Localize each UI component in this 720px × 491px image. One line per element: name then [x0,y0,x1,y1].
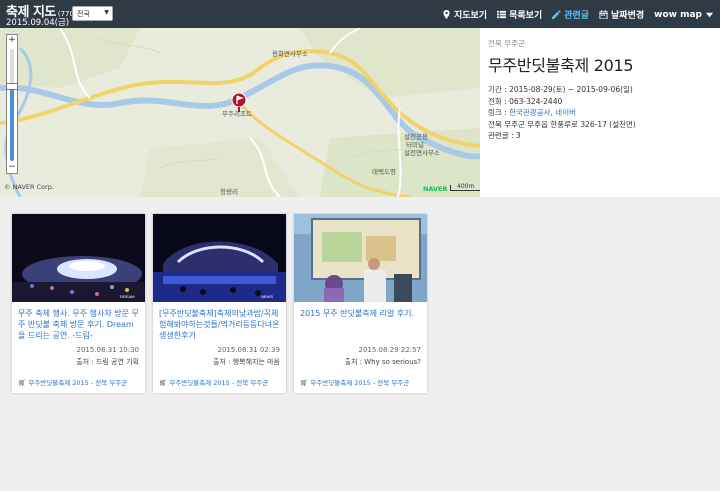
post-festival-label: 무주반딧불축제 2015 - 전북 무주군 [310,379,410,387]
post-source: 출처 : 행복해지는 마음 [213,358,280,366]
nav-map-view[interactable]: 지도보기 [442,8,487,21]
post-date: 2015.08.31 10:30 [76,346,139,354]
period-value: 2015-08-29(토) ~ 2015-09-06(일) [509,85,633,94]
festival-marker-icon[interactable] [231,92,247,112]
related-label: 관련글 : [488,131,516,140]
zoom-level-fill [10,87,14,161]
post-title[interactable]: [무주반딧불축제]축제의낮과밤/꼭체험해봐야하는것들/먹거리등등다녀온생생한후기 [159,308,280,341]
main-nav: 지도보기 목록보기 관련글 날짜변경 wow map [442,8,714,21]
naver-logo: NAVER [423,185,448,193]
map-label-cheongnyangri: 청량리 [220,188,238,196]
post-card[interactable]: DREAM 무주 축제 행사. 무주 행사차 방문 무주 반딧불 축제 방문 후… [12,214,145,393]
post-festival-label: 무주반딧불축제 2015 - 전북 무주군 [169,379,269,387]
zoom-out-button[interactable]: − [7,162,17,173]
related-posts-list: DREAM 무주 축제 행사. 무주 행사차 방문 무주 반딧불 축제 방문 후… [12,214,427,393]
calendar-icon [599,10,608,19]
nav-map-view-label: 지도보기 [453,11,488,21]
cart-icon: 🛒︎ [300,379,309,387]
festival-related-count: 관련글 : 3 [488,130,712,142]
zoom-in-button[interactable]: + [7,35,17,46]
nav-list-view-label: 목록보기 [509,11,543,21]
link-naver[interactable]: 네이버 [555,108,576,117]
festival-info-panel: 전북 무주군 무주반딧불축제 2015 기간 : 2015-08-29(토) ~… [480,28,720,197]
region-select[interactable]: 전국 ▼ [72,6,113,21]
nav-related-posts-label: 관련글 [564,11,590,21]
post-thumbnail[interactable]: NEWS [153,214,286,302]
zoom-slider-handle[interactable] [6,83,18,90]
pencil-icon [552,10,561,19]
festival-phone: 전화 : 063-324-2440 [488,96,712,108]
post-date: 2015.08.31 02:39 [217,346,280,354]
festival-region: 전북 무주군 [488,39,525,48]
phone-value: 063-324-2440 [509,96,563,106]
post-title[interactable]: 2015 무주 반딧불축제 리얼 후기. [300,308,421,341]
post-festival-link[interactable]: 🛒︎ 무주반딧불축제 2015 - 전북 무주군 [159,377,268,387]
link-korea-tourism[interactable]: 한국관광공사 [509,108,550,117]
post-source: 출처 : 드림 공연 기획 [76,358,139,366]
map-label-town-office: 용화면사무소 [272,50,308,58]
related-value: 3 [516,131,521,140]
nav-wow-map[interactable]: wow map [654,8,714,21]
phone-label: 전화 : [488,96,510,106]
festival-map[interactable]: + − 용화면사무소 무주리조트 설천공용 터미널 설천면사무소 태백도령 청량… [0,28,480,197]
post-card[interactable]: NEWS [무주반딧불축제]축제의낮과밤/꼭체험해봐야하는것들/먹거리등등다녀온… [153,214,286,393]
link-label: 링크 : [488,108,510,117]
nav-related-posts[interactable]: 관련글 [552,8,589,21]
chevron-down-icon: ▼ [104,9,109,16]
festival-links: 링크 : 한국관광공사, 네이버 [488,107,712,119]
festival-period: 기간 : 2015-08-29(토) ~ 2015-09-06(일) [488,84,712,96]
nav-list-view[interactable]: 목록보기 [497,8,542,21]
period-label: 기간 : [488,85,510,94]
festival-title: 무주반딧불축제 2015 [488,56,634,75]
svg-text:NEWS: NEWS [261,294,273,299]
map-label-taebaek: 태백도령 [372,168,396,176]
map-label-seolcheon-office: 설천면사무소 [404,149,440,157]
cart-icon: 🛒︎ [18,379,27,387]
map-scale: 400m [450,184,480,191]
post-festival-link[interactable]: 🛒︎ 무주반딧불축제 2015 - 전북 무주군 [300,377,409,387]
post-thumbnail[interactable] [294,214,427,302]
brand: 축제 지도 (770) 2015.09.04(금) [6,1,77,28]
region-select-value: 전국 [77,10,90,18]
top-bar: 축제 지도 (770) 2015.09.04(금) 전국 ▼ 지도보기 목록보기 … [0,0,720,28]
map-copyright: © NAVER Corp. [4,183,54,191]
nav-change-date[interactable]: 날짜변경 [599,8,644,21]
nav-change-date-label: 날짜변경 [611,11,645,21]
post-date: 2015.08.29 22:57 [358,346,421,354]
post-festival-label: 무주반딧불축제 2015 - 전북 무주군 [28,379,128,387]
festival-address: 전북 무주군 무주읍 한풍루로 326-17 (설천면) [488,119,636,129]
map-pin-icon [443,10,450,19]
cart-icon: 🛒︎ [159,379,168,387]
nav-wow-map-label: wow map [654,9,702,20]
post-card[interactable]: 2015 무주 반딧불축제 리얼 후기. 2015.08.29 22:57 출처… [294,214,427,393]
svg-text:DREAM: DREAM [120,294,134,299]
post-festival-link[interactable]: 🛒︎ 무주반딧불축제 2015 - 전북 무주군 [18,377,127,387]
caret-down-icon [705,12,714,18]
post-title[interactable]: 무주 축제 행사. 무주 행사차 방문 무주 반딧불 축제 방문 후기. Dre… [18,308,139,341]
current-date: 2015.09.04(금) [6,18,70,28]
zoom-control: + − [6,34,18,174]
list-icon [497,10,507,19]
post-thumbnail[interactable]: DREAM [12,214,145,302]
post-source: 출처 : Why so serious? [344,358,421,366]
